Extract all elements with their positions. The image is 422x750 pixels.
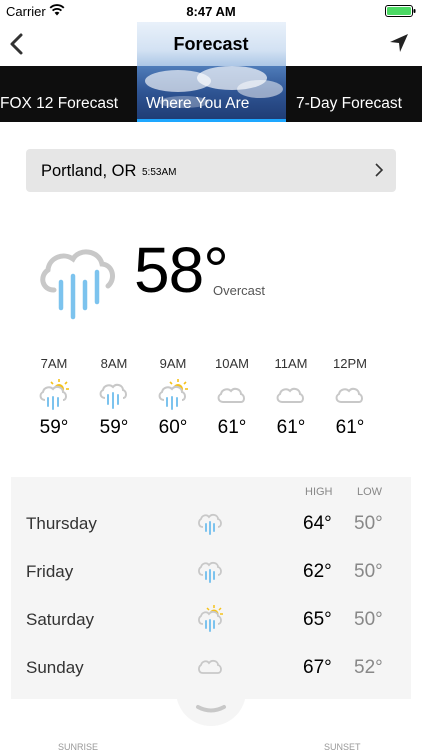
hourly-item: 12PM 61°: [320, 356, 380, 439]
hour-time: 12PM: [333, 356, 367, 371]
sun-rain-icon: [39, 379, 69, 410]
hour-temperature: 61°: [276, 417, 306, 438]
tab-label: 7-Day Forecast: [296, 95, 402, 112]
hour-temperature: 59°: [99, 417, 129, 438]
sun-rain-icon: [158, 379, 188, 410]
status-time: 8:47 AM: [186, 4, 236, 19]
tab-fox12-forecast[interactable]: FOX 12 Forecast: [0, 66, 118, 122]
high-column-header: HIGH: [305, 486, 333, 498]
day-high: 64°: [303, 513, 332, 534]
hour-time: 8AM: [100, 356, 128, 371]
rain-cloud-icon: [40, 249, 116, 320]
day-low: 50°: [354, 609, 383, 630]
hour-time: 9AM: [159, 356, 187, 371]
day-low: 52°: [354, 657, 383, 678]
day-name: Saturday: [26, 610, 95, 629]
day-high: 62°: [303, 561, 332, 582]
hourly-forecast: 7AM 59° 8AM 59° 9AM 60° 10AM 61° 11AM 61…: [0, 356, 422, 456]
day-row: Friday 62° 50°: [11, 547, 411, 595]
sun-rain-icon: [198, 605, 223, 632]
day-row: Sunday 67° 52°: [11, 643, 411, 691]
day-low: 50°: [354, 513, 383, 534]
tab-where-you-are[interactable]: Where You Are: [146, 66, 249, 122]
day-row: Saturday 65° 50°: [11, 595, 411, 643]
status-bar: Carrier 8:47 AM: [0, 0, 422, 22]
location-city: Portland, OR: [41, 162, 137, 180]
cloud-icon: [276, 387, 304, 403]
day-name: Sunday: [26, 658, 84, 677]
location-selector[interactable]: Portland, OR 5:53AM: [26, 149, 396, 192]
hour-temperature: 59°: [39, 417, 69, 438]
hour-temperature: 61°: [217, 417, 247, 438]
expand-handle[interactable]: [176, 690, 246, 726]
cloud-icon: [217, 387, 245, 403]
hour-temperature: 61°: [335, 417, 365, 438]
daily-forecast: HIGH LOW Thursday 64° 50° Friday 62° 50°…: [11, 477, 411, 699]
sunrise-label: SUNRISE: [58, 742, 99, 750]
hour-time: 11AM: [274, 356, 308, 371]
rain-cloud-icon: [99, 383, 127, 409]
rain-cloud-icon: [198, 561, 222, 583]
day-low: 50°: [354, 561, 383, 582]
hourly-item: 9AM 60°: [143, 356, 203, 439]
hourly-item: 8AM 59°: [84, 356, 144, 439]
day-row: Thursday 64° 50°: [11, 499, 411, 547]
battery-icon: [385, 5, 416, 17]
tab-7-day-forecast[interactable]: 7-Day Forecast: [296, 66, 402, 122]
hour-time: 10AM: [215, 356, 249, 371]
page-title: Forecast: [173, 34, 249, 54]
low-column-header: LOW: [357, 486, 383, 498]
rain-cloud-icon: [198, 513, 222, 535]
sunset-label: SUNSET: [324, 742, 361, 750]
hourly-item: 11AM 61°: [261, 356, 321, 439]
chevron-down-icon: [196, 705, 226, 713]
location-updated-time: 5:53AM: [142, 167, 177, 178]
tab-label: FOX 12 Forecast: [0, 95, 119, 112]
location-arrow-icon[interactable]: [388, 32, 410, 54]
cloud-icon: [198, 659, 222, 674]
hourly-item: 10AM 61°: [202, 356, 262, 439]
navigation-bar: Forecast: [0, 22, 422, 66]
current-condition: Overcast: [213, 283, 266, 298]
day-name: Friday: [26, 562, 74, 581]
day-high: 65°: [303, 609, 332, 630]
active-tab-indicator: [137, 119, 286, 122]
chevron-right-icon: [375, 163, 384, 177]
hourly-item: 7AM 59°: [24, 356, 84, 439]
hour-temperature: 60°: [158, 417, 188, 438]
hour-time: 7AM: [40, 356, 68, 371]
tab-label: Where You Are: [146, 95, 250, 112]
cloud-icon: [335, 387, 363, 403]
day-name: Thursday: [26, 514, 97, 533]
day-high: 67°: [303, 657, 332, 678]
